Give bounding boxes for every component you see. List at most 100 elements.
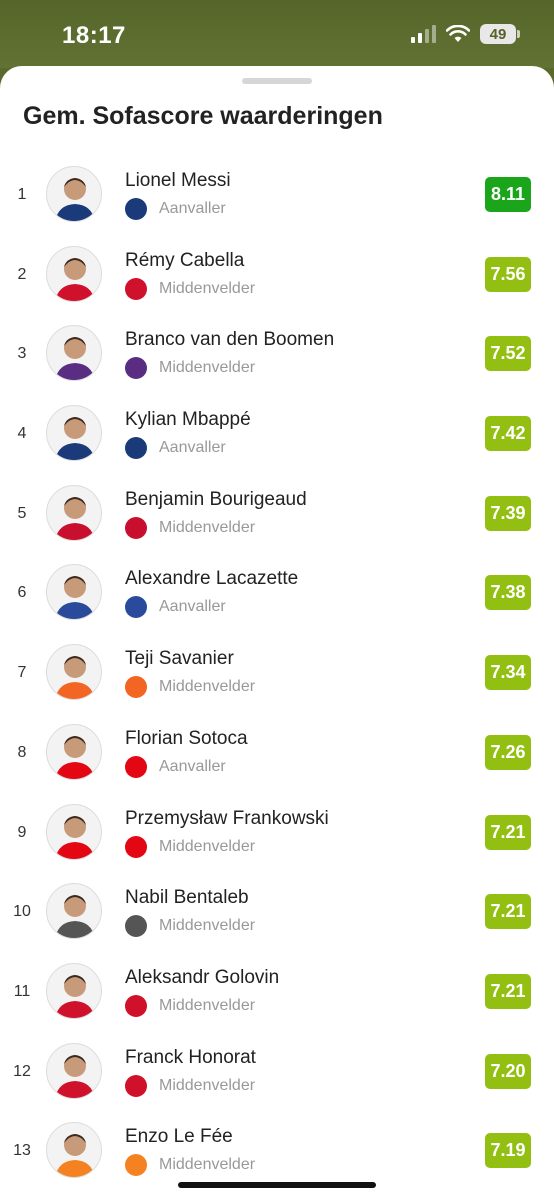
player-position: Middenvelder [159,837,256,855]
player-row[interactable]: 13 Enzo Le Fée Middenvelder 7.19 [0,1122,554,1200]
player-rank: 13 [13,1142,31,1160]
wifi-icon [446,25,470,42]
player-avatar [46,723,102,780]
player-avatar [46,1042,102,1099]
player-position: Middenvelder [159,359,256,377]
rating-badge: 8.11 [485,177,531,212]
status-bar: 18:17 49 [0,0,554,68]
player-avatar [46,803,102,860]
rating-badge: 7.20 [485,1053,531,1089]
rating-badge: 7.21 [485,973,531,1009]
player-position: Middenvelder [159,917,256,935]
player-rank: 11 [13,982,31,1000]
rating-badge: 7.56 [485,256,531,292]
player-rank: 9 [17,823,27,841]
lens-crest-icon [125,755,147,778]
player-avatar [46,484,102,541]
player-position: Aanvaller [159,439,226,457]
player-row[interactable]: 5 Benjamin Bourigeaud Middenvelder 7.39 [0,484,554,565]
rating-badge: 7.38 [485,575,531,611]
player-avatar [46,1122,102,1179]
lens-crest-icon [125,835,147,858]
player-name: Aleksandr Golovin [125,966,280,988]
lyon-crest-icon [125,596,147,619]
lorient-crest-icon [125,1154,147,1177]
player-avatar [46,325,102,382]
battery-level: 49 [489,25,507,43]
montpellier-crest-icon [125,676,147,699]
player-position: Middenvelder [159,996,256,1014]
player-name: Alexandre Lacazette [125,568,299,590]
player-row[interactable]: 7 Teji Savanier Middenvelder 7.34 [0,644,554,724]
player-row[interactable]: 8 Florian Sotoca Aanvaller 7.26 [0,723,554,804]
player-rank: 10 [13,903,31,921]
rating-badge: 7.34 [485,655,531,691]
player-rank: 3 [17,345,27,363]
player-name: Branco van den Boomen [125,329,335,351]
player-rank: 1 [17,186,27,203]
player-row[interactable]: 10 Nabil Bentaleb Middenvelder 7.21 [0,883,554,963]
player-rank: 5 [17,504,27,522]
rating-badge: 7.42 [485,416,531,452]
status-time: 18:17 [62,22,126,49]
player-rank: 8 [17,743,27,761]
player-name: Nabil Bentaleb [125,887,249,909]
lille-crest-icon [125,277,147,300]
player-name: Teji Savanier [125,648,234,670]
cellular-signal-icon [411,25,436,43]
rating-badge: 7.39 [485,495,531,531]
home-indicator[interactable] [178,1182,376,1188]
player-rank: 6 [17,584,27,602]
player-position: Middenvelder [159,678,256,696]
player-name: Kylian Mbappé [125,409,251,431]
psg-crest-icon [125,198,147,220]
player-name: Enzo Le Fée [125,1126,233,1148]
player-position: Aanvaller [159,200,226,217]
player-avatar [46,962,102,1019]
status-icons: 49 [411,24,520,44]
rennes-crest-icon [125,516,147,539]
sheet-title: Gem. Sofascore waarderingen [23,102,383,130]
sheet-grabber-handle[interactable] [242,78,312,84]
player-position: Aanvaller [159,757,226,775]
player-avatar [46,405,102,462]
angers-crest-icon [125,915,147,938]
player-name: Rémy Cabella [125,249,245,271]
rating-badge: 7.21 [485,814,531,850]
player-avatar [46,166,102,222]
rating-badge: 7.19 [485,1133,531,1169]
player-rank: 2 [17,265,27,283]
player-row[interactable]: 9 Przemysław Frankowski Middenvelder 7.2… [0,803,554,884]
monaco-crest-icon [125,994,147,1017]
player-avatar [46,883,102,940]
player-row[interactable]: 1 Lionel Messi Aanvaller 8.11 [0,166,554,246]
rating-badge: 7.21 [485,894,531,930]
player-row[interactable]: 12 Franck Honorat Middenvelder 7.20 [0,1042,554,1123]
player-rank: 12 [13,1062,31,1080]
player-row[interactable]: 3 Branco van den Boomen Middenvelder 7.5… [0,325,554,405]
brest-crest-icon [125,1074,147,1097]
player-position: Middenvelder [159,1076,256,1094]
player-rank: 7 [17,664,27,682]
player-avatar [46,245,102,302]
player-name: Florian Sotoca [125,727,248,749]
player-name: Przemysław Frankowski [125,807,329,829]
player-name: Lionel Messi [125,170,231,191]
player-row[interactable]: 6 Alexandre Lacazette Aanvaller 7.38 [0,564,554,644]
toulouse-crest-icon [125,357,147,380]
rating-badge: 7.26 [485,734,531,770]
player-row[interactable]: 11 Aleksandr Golovin Middenvelder 7.21 [0,962,554,1043]
player-name: Franck Honorat [125,1046,256,1068]
rating-badge: 7.52 [485,336,531,372]
player-row[interactable]: 4 Kylian Mbappé Aanvaller 7.42 [0,405,554,485]
player-avatar [46,644,102,701]
player-position: Middenvelder [159,279,256,297]
player-name: Benjamin Bourigeaud [125,488,307,510]
player-row[interactable]: 2 Rémy Cabella Middenvelder 7.56 [0,245,554,326]
player-rank: 4 [17,425,27,443]
psg-crest-icon [125,437,147,460]
player-position: Middenvelder [159,1156,256,1174]
player-avatar [46,564,102,621]
player-position: Middenvelder [159,518,256,536]
player-list: 1 Lionel Messi Aanvaller 8.11 2 Rémy Cab… [0,166,554,1200]
